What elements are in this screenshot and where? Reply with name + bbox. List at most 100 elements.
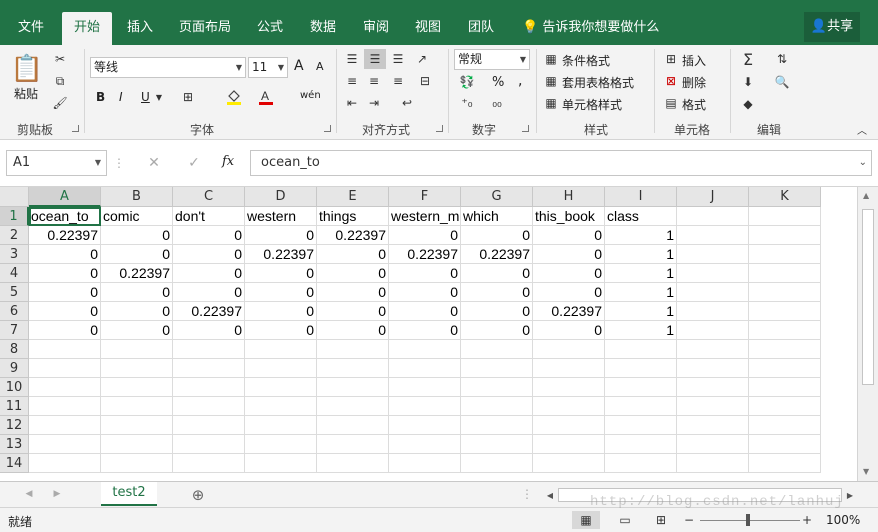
cell-k9[interactable] [749,359,821,378]
page-layout-view-icon[interactable]: ▭ [614,511,636,529]
format-painter-icon[interactable]: 🖌 [50,93,70,113]
cell-h7[interactable]: 0 [533,321,605,340]
cell-a14[interactable] [29,454,101,473]
cell-b9[interactable] [101,359,173,378]
page-break-view-icon[interactable]: ⊞ [650,511,672,529]
cell-d4[interactable]: 0 [245,264,317,283]
tab-data[interactable]: 数据 [301,12,345,45]
cell-k8[interactable] [749,340,821,359]
conditional-format-button[interactable]: 条件格式 [562,52,610,69]
cell-h8[interactable] [533,340,605,359]
cut-icon[interactable]: ✂ [50,49,70,69]
collapse-ribbon-icon[interactable]: ︿ [855,123,869,137]
sheet-tab-test2[interactable]: test2 [101,482,157,506]
name-box[interactable]: A1 ▼ [6,150,107,176]
drag-handle-icon[interactable]: ⋮ [113,156,125,170]
formula-input[interactable]: ocean_to ⌄ [250,150,872,176]
cell-d14[interactable] [245,454,317,473]
cell-a7[interactable]: 0 [29,321,101,340]
column-header-e[interactable]: E [317,187,389,207]
cell-j14[interactable] [677,454,749,473]
cell-i11[interactable] [605,397,677,416]
decrease-indent-icon[interactable]: ⇤ [342,95,362,111]
tab-review[interactable]: 审阅 [354,12,398,45]
cell-b1[interactable]: comic [101,207,173,226]
cell-g12[interactable] [461,416,533,435]
cell-k12[interactable] [749,416,821,435]
cell-f7[interactable]: 0 [389,321,461,340]
cell-h11[interactable] [533,397,605,416]
cell-a6[interactable]: 0 [29,302,101,321]
cell-j1[interactable] [677,207,749,226]
phonetic-button[interactable]: wén [300,90,321,101]
wrap-text-icon[interactable]: ↩ [394,95,420,111]
cell-e11[interactable] [317,397,389,416]
cell-k4[interactable] [749,264,821,283]
cell-i14[interactable] [605,454,677,473]
tab-home[interactable]: 开始 [62,12,112,45]
column-header-k[interactable]: K [749,187,821,207]
cell-d13[interactable] [245,435,317,454]
column-header-j[interactable]: J [677,187,749,207]
row-header-10[interactable]: 10 [0,378,29,397]
cell-b11[interactable] [101,397,173,416]
copy-icon[interactable]: ⧉ [50,71,70,91]
cell-g3[interactable]: 0.22397 [461,245,533,264]
next-sheet-icon[interactable]: ▶ [50,487,64,501]
cell-f11[interactable] [389,397,461,416]
cell-i6[interactable]: 1 [605,302,677,321]
cell-g5[interactable]: 0 [461,283,533,302]
number-launcher[interactable] [522,125,529,132]
paste-icon[interactable]: 📋 [10,51,44,87]
add-sheet-icon[interactable]: ⊕ [188,485,208,505]
normal-view-icon[interactable]: ▦ [572,511,600,529]
cell-f6[interactable]: 0 [389,302,461,321]
cell-i12[interactable] [605,416,677,435]
cell-k3[interactable] [749,245,821,264]
row-header-5[interactable]: 5 [0,283,29,302]
cell-a1[interactable]: ocean_to [29,207,101,226]
clear-icon[interactable]: ◆ [738,95,758,113]
cell-c10[interactable] [173,378,245,397]
cell-h5[interactable]: 0 [533,283,605,302]
cell-i3[interactable]: 1 [605,245,677,264]
cell-i13[interactable] [605,435,677,454]
cell-f8[interactable] [389,340,461,359]
cell-i5[interactable]: 1 [605,283,677,302]
cell-k1[interactable] [749,207,821,226]
cell-c1[interactable]: don't [173,207,245,226]
comma-button[interactable]: , [518,73,522,89]
font-size-select[interactable]: 11 ▼ [248,57,288,78]
cell-i10[interactable] [605,378,677,397]
cell-e14[interactable] [317,454,389,473]
row-header-7[interactable]: 7 [0,321,29,340]
cell-a13[interactable] [29,435,101,454]
cell-a4[interactable]: 0 [29,264,101,283]
autosum-icon[interactable]: Σ [738,49,758,69]
shrink-font-button[interactable]: A [316,60,324,73]
conditional-format-icon[interactable]: ▦ [542,51,560,67]
column-header-f[interactable]: F [389,187,461,207]
cell-f9[interactable] [389,359,461,378]
delete-cells-icon[interactable]: ⊠ [662,73,680,89]
cell-e3[interactable]: 0 [317,245,389,264]
insert-cells-icon[interactable]: ⊞ [662,51,680,67]
cell-g11[interactable] [461,397,533,416]
cell-j5[interactable] [677,283,749,302]
column-header-c[interactable]: C [173,187,245,207]
cell-k5[interactable] [749,283,821,302]
cell-d9[interactable] [245,359,317,378]
cell-h6[interactable]: 0.22397 [533,302,605,321]
prev-sheet-icon[interactable]: ◀ [22,487,36,501]
merge-center-icon[interactable]: ⊟ [412,73,438,89]
cell-b5[interactable]: 0 [101,283,173,302]
zoom-in-icon[interactable]: + [800,511,814,529]
cell-a11[interactable] [29,397,101,416]
format-cells-button[interactable]: 格式 [682,96,706,113]
cell-j13[interactable] [677,435,749,454]
cell-i9[interactable] [605,359,677,378]
font-launcher[interactable] [324,125,331,132]
cell-g10[interactable] [461,378,533,397]
cell-j3[interactable] [677,245,749,264]
cell-i1[interactable]: class [605,207,677,226]
